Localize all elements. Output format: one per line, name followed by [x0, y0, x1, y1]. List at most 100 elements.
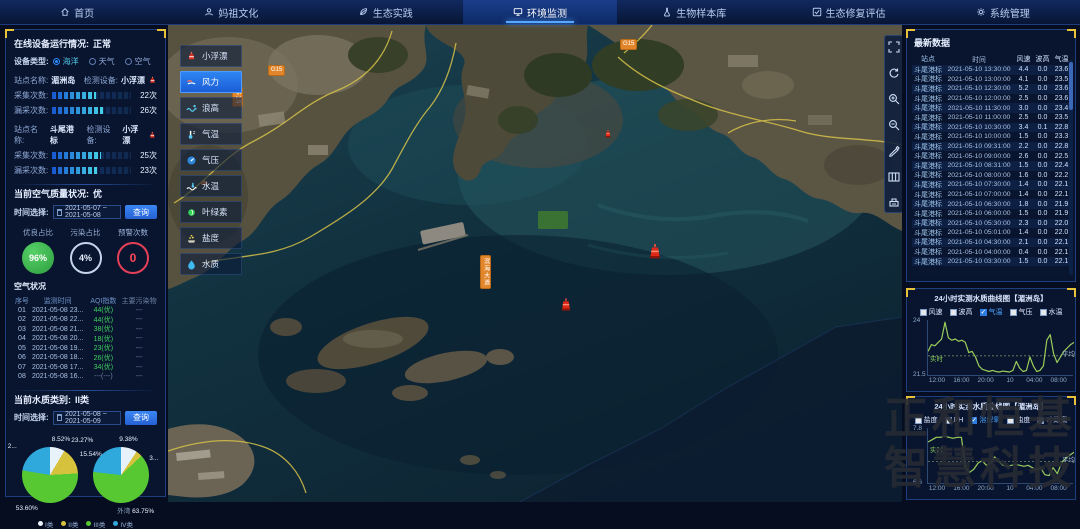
x-tick: 04:00 — [1026, 377, 1042, 384]
latest-table-row[interactable]: 斗尾港标2021-05-10 03:30:001.50.022.1 — [912, 257, 1070, 267]
latest-table-row[interactable]: 斗尾港标2021-05-10 11:30:003.00.023.4 — [912, 103, 1070, 113]
device-type-天气[interactable]: 天气 — [89, 56, 115, 67]
bar-track — [52, 152, 131, 159]
zoom-out-icon[interactable] — [888, 118, 900, 130]
latest-table-row[interactable]: 斗尾港标2021-05-10 09:00:002.60.022.5 — [912, 151, 1070, 161]
layer-button-小浮漂[interactable]: 小浮漂 — [180, 45, 242, 67]
air-cell: 23(优) — [86, 343, 122, 353]
air-quality-value: 优 — [93, 187, 102, 200]
latest-table-row[interactable]: 斗尾港标2021-05-10 13:00:004.10.023.5 — [912, 75, 1070, 85]
checkbox-icon — [1037, 417, 1044, 424]
air-table-row[interactable]: 052021-05-08 19...23(优)--- — [14, 344, 157, 354]
latest-table-row[interactable]: 斗尾港标2021-05-10 04:30:002.10.022.1 — [912, 238, 1070, 248]
split-icon[interactable] — [888, 170, 900, 182]
layer-button-浪高[interactable]: 浪高 — [180, 97, 242, 119]
device-type-空气[interactable]: 空气 — [125, 56, 151, 67]
bar-fill — [52, 92, 95, 99]
air-table-row[interactable]: 022021-05-08 22...44(优)--- — [14, 315, 157, 325]
latest-cell: 0.0 — [1033, 143, 1052, 150]
latest-table-row[interactable]: 斗尾港标2021-05-10 12:00:002.50.023.6 — [912, 94, 1070, 104]
device-type-海洋[interactable]: 海洋 — [53, 56, 79, 67]
air-table-row[interactable]: 062021-05-08 18...26(优)--- — [14, 353, 157, 363]
layer-button-叶绿素[interactable]: 叶绿素 — [180, 201, 242, 223]
latest-table-row[interactable]: 斗尾港标2021-05-10 06:30:001.80.021.9 — [912, 199, 1070, 209]
latest-table-row[interactable]: 斗尾港标2021-05-10 11:00:002.50.023.5 — [912, 113, 1070, 123]
param-label: 叶绿素 — [1046, 415, 1067, 425]
bar-fill — [52, 152, 101, 159]
nav-item-环境监测[interactable]: 环境监测 — [463, 0, 617, 24]
draw-icon[interactable] — [888, 144, 900, 156]
latest-table-row[interactable]: 斗尾港标2021-05-10 12:30:005.20.023.6 — [912, 84, 1070, 94]
nav-item-生态实践[interactable]: 生态实践 — [309, 0, 463, 24]
param-checkbox-叶绿素[interactable]: 叶绿素 — [1037, 415, 1067, 425]
air-cell: --- — [121, 364, 157, 371]
latest-cell: 斗尾港标 — [912, 132, 944, 142]
latest-table-row[interactable]: 斗尾港标2021-05-10 07:30:001.40.022.1 — [912, 180, 1070, 190]
latest-table-row[interactable]: 斗尾港标2021-05-10 05:30:002.30.022.0 — [912, 219, 1070, 229]
param-checkbox-气压[interactable]: 气压 — [1010, 307, 1033, 317]
air-date-range-input[interactable]: 2021-05-07 ~ 2021-05-08 — [53, 205, 121, 219]
param-checkbox-浊度[interactable]: 浊度 — [1007, 415, 1030, 425]
nav-item-妈祖文化[interactable]: 妈祖文化 — [154, 0, 308, 24]
latest-table-row[interactable]: 斗尾港标2021-05-10 04:00:000.40.022.1 — [912, 247, 1070, 257]
param-checkbox-盐度[interactable]: 盐度 — [915, 415, 938, 425]
latest-header-cell: 时间 — [944, 54, 1014, 64]
nav-item-生物样本库[interactable]: 生物样本库 — [617, 0, 771, 24]
collection-bar-row: 采集次数:25次 — [14, 150, 157, 161]
latest-cell: 0.1 — [1033, 124, 1052, 131]
layer-button-水质[interactable]: 水质 — [180, 253, 242, 275]
bar-track — [52, 92, 131, 99]
pie-chart[interactable] — [22, 447, 78, 503]
latest-table-row[interactable]: 斗尾港标2021-05-10 08:00:001.60.022.2 — [912, 171, 1070, 181]
bar-value: 26次 — [135, 105, 157, 116]
air-table-row[interactable]: 082021-05-08 16...---(---)--- — [14, 372, 157, 382]
latest-cell: 2021-05-10 07:00:00 — [944, 191, 1014, 198]
buoy-marker[interactable] — [605, 125, 612, 143]
latest-table-row[interactable]: 斗尾港标2021-05-10 10:00:001.50.023.3 — [912, 132, 1070, 142]
air-table-row[interactable]: 032021-05-08 21...38(优)--- — [14, 325, 157, 335]
device-label: 检测设备: — [87, 124, 120, 146]
nav-item-系统管理[interactable]: 系统管理 — [926, 0, 1080, 24]
air-table-row[interactable]: 012021-05-08 23...44(优)--- — [14, 306, 157, 316]
layer-button-盐度[interactable]: 盐度 — [180, 227, 242, 249]
latest-cell: 0.0 — [1033, 239, 1052, 246]
chart-plot: 7.86.6实时平均 — [927, 428, 1073, 484]
zoom-in-icon[interactable] — [888, 92, 900, 104]
latest-cell: 2.6 — [1014, 153, 1033, 160]
latest-cell: 2021-05-10 05:30:00 — [944, 220, 1014, 227]
latest-table-row[interactable]: 斗尾港标2021-05-10 06:00:001.50.021.9 — [912, 209, 1070, 219]
param-checkbox-波高[interactable]: 波高 — [950, 307, 973, 317]
param-checkbox-风速[interactable]: 风速 — [920, 307, 943, 317]
latest-table-row[interactable]: 斗尾港标2021-05-10 07:00:001.40.022.1 — [912, 190, 1070, 200]
pie-chart[interactable] — [93, 447, 149, 503]
air-query-button[interactable]: 查询 — [125, 205, 157, 219]
latest-table-scrollbar[interactable] — [1069, 60, 1073, 275]
latest-table-row[interactable]: 斗尾港标2021-05-10 08:31:001.50.022.4 — [912, 161, 1070, 171]
param-checkbox-PH[interactable]: PH — [945, 415, 964, 425]
water-date-range-input[interactable]: 2021-05-08 ~ 2021-05-09 — [53, 411, 121, 425]
buoy-marker[interactable] — [648, 244, 662, 265]
fullscreen-icon[interactable] — [888, 40, 900, 52]
latest-table-row[interactable]: 斗尾港标2021-05-10 09:31:002.20.022.8 — [912, 142, 1070, 152]
param-checkbox-溶解氧[interactable]: 溶解氧 — [970, 415, 1000, 425]
param-checkbox-水温[interactable]: 水温 — [1040, 307, 1063, 317]
nav-item-生态修复评估[interactable]: 生态修复评估 — [771, 0, 925, 24]
reset-icon[interactable] — [888, 66, 900, 78]
nav-item-首页[interactable]: 首页 — [0, 0, 154, 24]
latest-table-row[interactable]: 斗尾港标2021-05-10 13:30:004.40.023.6 — [912, 65, 1070, 75]
latest-cell: 2021-05-10 06:30:00 — [944, 201, 1014, 208]
param-checkbox-气温[interactable]: 气温 — [980, 307, 1003, 317]
layer-button-水温[interactable]: 水温 — [180, 175, 242, 197]
export-icon[interactable] — [888, 196, 900, 208]
air-table-row[interactable]: 072021-05-08 17...34(优)--- — [14, 363, 157, 373]
layer-button-气温[interactable]: 气温 — [180, 123, 242, 145]
layer-button-风力[interactable]: 风力 — [180, 71, 242, 93]
air-cell: 01 — [14, 307, 30, 314]
layer-button-气压[interactable]: 气压 — [180, 149, 242, 171]
satellite-map[interactable]: G15G15G15滨海大道 小浮漂风力浪高气温气压水温叶绿素盐度水质 — [168, 25, 902, 502]
water-query-button[interactable]: 查询 — [125, 411, 157, 425]
air-table-row[interactable]: 042021-05-08 20...18(优)--- — [14, 334, 157, 344]
latest-table-row[interactable]: 斗尾港标2021-05-10 05:01:001.40.022.0 — [912, 228, 1070, 238]
latest-table-row[interactable]: 斗尾港标2021-05-10 10:30:003.40.122.8 — [912, 123, 1070, 133]
buoy-marker[interactable] — [560, 298, 572, 317]
